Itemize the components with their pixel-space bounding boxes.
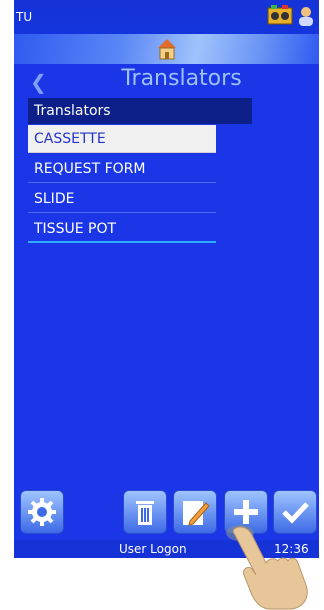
status-left-text: TU (16, 10, 33, 24)
list-header: Translators (28, 98, 252, 124)
list-item-cassette[interactable]: CASSETTE (28, 125, 216, 153)
title-bar: ❮ Translators (14, 64, 319, 96)
device-screen: TU ❮ Translators Translators CASSETTE RE… (14, 0, 319, 558)
cartridge-icon (267, 5, 293, 25)
trash-icon (136, 501, 154, 525)
user-icon (299, 7, 313, 26)
edit-button[interactable] (173, 490, 217, 534)
page-title: Translators (121, 66, 242, 91)
edit-icon (183, 501, 210, 526)
gear-icon (28, 498, 56, 526)
pointing-hand-icon (226, 525, 308, 610)
user-logon-label[interactable]: User Logon (119, 542, 187, 556)
status-bar: TU (14, 0, 319, 34)
home-bar (14, 34, 319, 64)
home-icon[interactable] (157, 38, 177, 60)
list-item-slide[interactable]: SLIDE (28, 185, 216, 213)
settings-button[interactable] (20, 490, 64, 534)
list-item-request-form[interactable]: REQUEST FORM (28, 155, 216, 183)
delete-button[interactable] (123, 490, 167, 534)
list-item-tissue-pot[interactable]: TISSUE POT (28, 215, 216, 243)
translator-list: CASSETTE REQUEST FORM SLIDE TISSUE POT (28, 125, 216, 245)
